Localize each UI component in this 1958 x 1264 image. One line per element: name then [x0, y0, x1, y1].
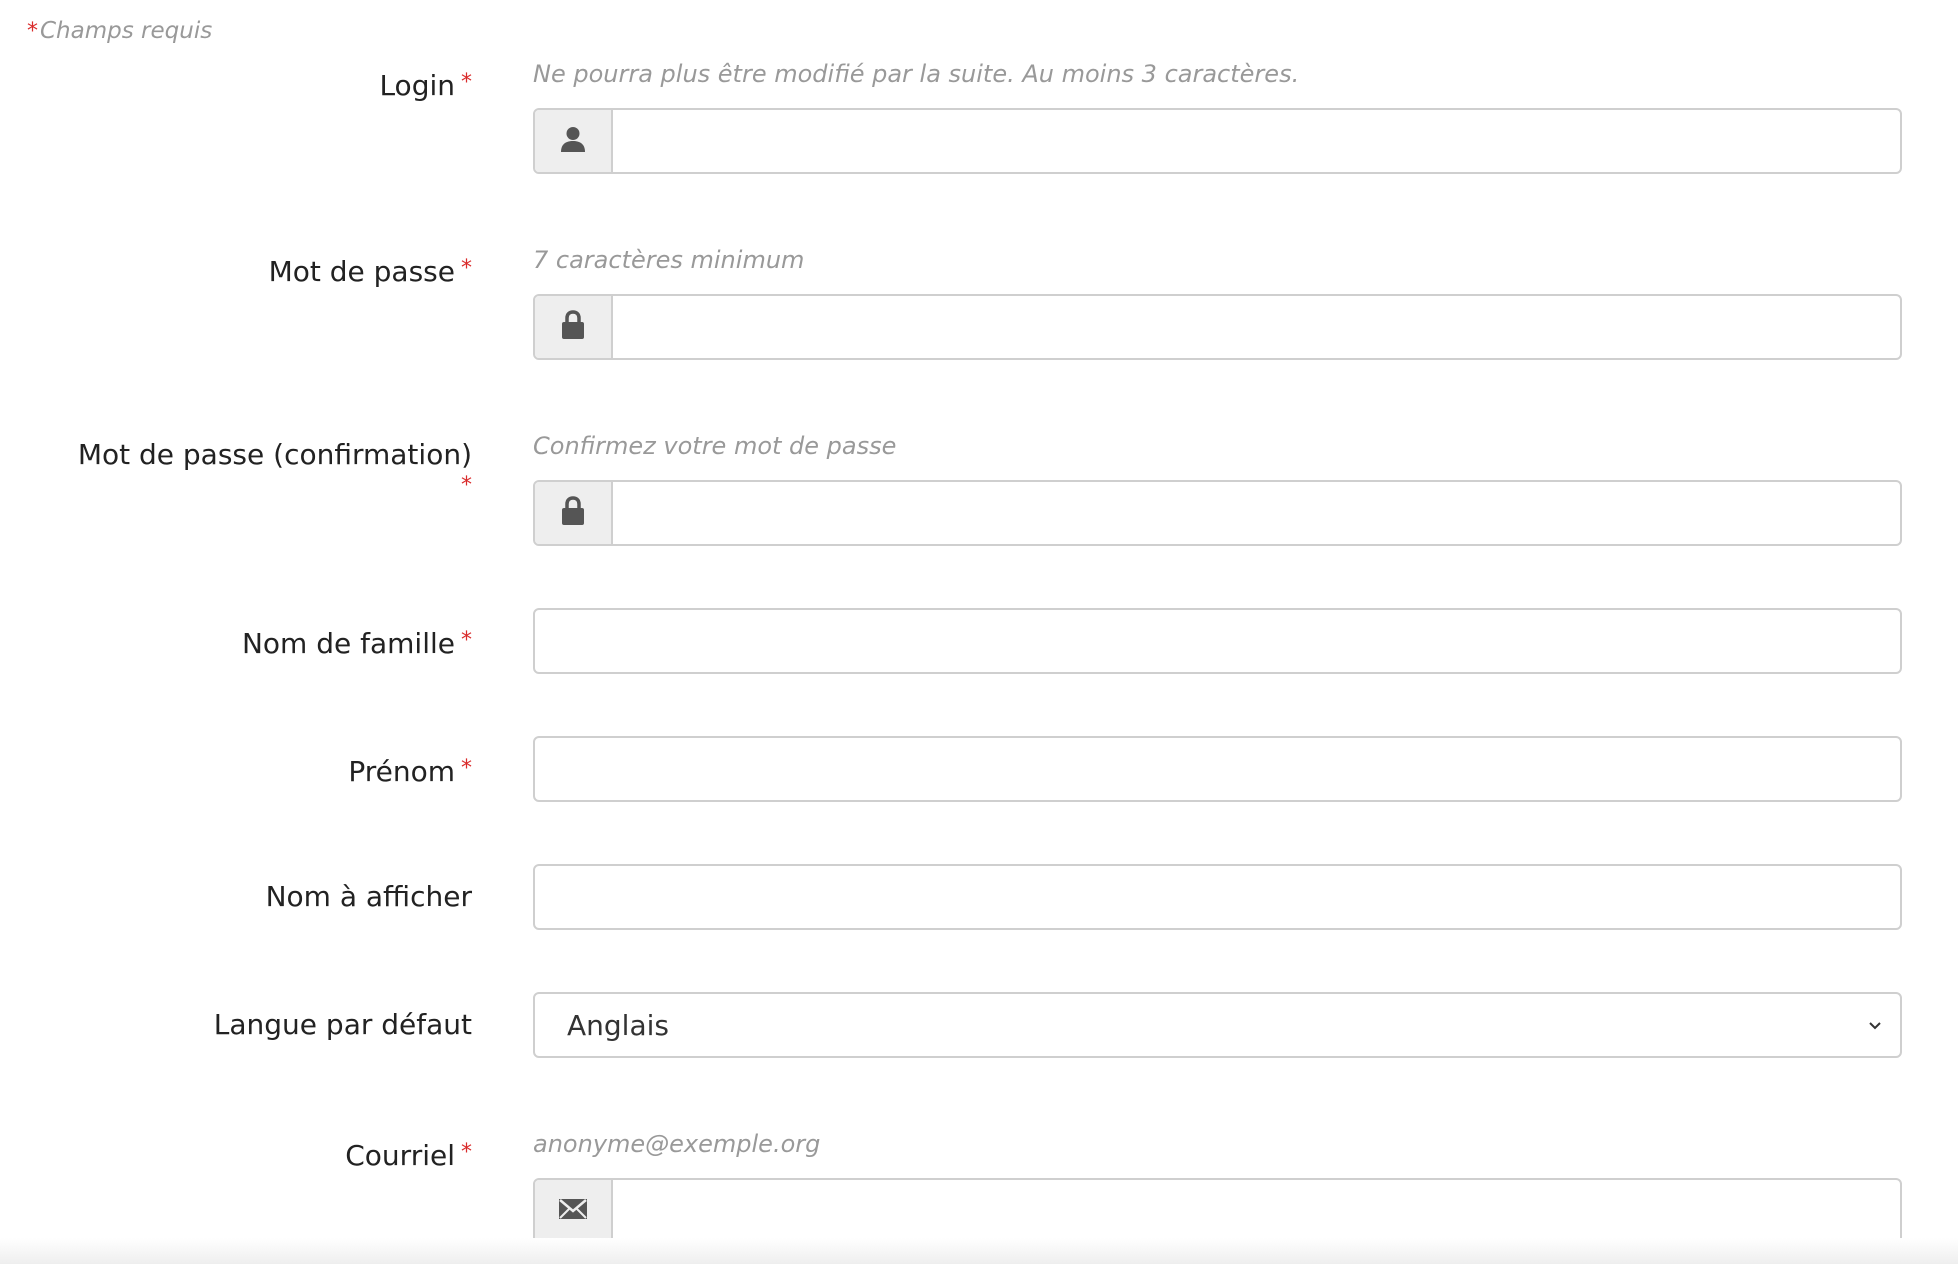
email-label: Courriel *	[345, 1134, 472, 1175]
required-marker: *	[27, 19, 38, 44]
display-name-label-text: Nom à afficher	[265, 880, 472, 913]
password-confirm-input[interactable]	[613, 482, 1900, 544]
email-addon	[535, 1180, 613, 1242]
last-name-label-text: Nom de famille	[241, 627, 455, 660]
language-selected-value: Anglais	[567, 1008, 669, 1042]
user-icon	[559, 125, 587, 157]
chevron-down-icon	[1862, 1012, 1888, 1038]
password-confirm-field	[533, 480, 1902, 546]
required-marker: *	[461, 1140, 472, 1165]
language-label-text: Langue par défaut	[213, 1008, 472, 1041]
bottom-edge-shadow	[0, 1238, 1958, 1264]
display-name-input[interactable]	[535, 866, 1900, 928]
required-marker: *	[461, 256, 472, 281]
email-input[interactable]	[613, 1180, 1900, 1242]
required-marker: *	[461, 70, 472, 95]
email-field	[533, 1178, 1902, 1244]
first-name-field	[533, 736, 1902, 802]
password-confirm-label: Mot de passe (confirmation) *	[12, 436, 472, 498]
password-field	[533, 294, 1902, 360]
display-name-field	[533, 864, 1902, 930]
password-confirm-label-text: Mot de passe (confirmation)	[77, 438, 472, 471]
required-fields-note: *Champs requis	[27, 14, 212, 49]
email-label-text: Courriel	[345, 1139, 455, 1172]
lock-icon	[559, 496, 587, 530]
password-input[interactable]	[613, 296, 1900, 358]
display-name-label: Nom à afficher	[266, 878, 472, 916]
password-confirm-hint: Confirmez votre mot de passe	[533, 432, 897, 460]
last-name-input[interactable]	[535, 610, 1900, 672]
required-marker: *	[461, 628, 472, 653]
login-label-text: Login	[379, 69, 455, 102]
login-hint: Ne pourra plus être modifié par la suite…	[533, 60, 1300, 88]
password-confirm-addon	[535, 482, 613, 544]
login-label: Login *	[379, 64, 472, 105]
login-addon	[535, 110, 613, 172]
first-name-input[interactable]	[535, 738, 1900, 800]
first-name-label-text: Prénom	[348, 755, 455, 788]
registration-form: *Champs requis Login * Ne pourra plus êtr…	[0, 0, 1958, 1264]
email-hint: anonyme@exemple.org	[533, 1130, 821, 1158]
last-name-field	[533, 608, 1902, 674]
first-name-label: Prénom *	[348, 750, 472, 791]
password-label: Mot de passe *	[269, 250, 472, 291]
required-note-text: Champs requis	[40, 18, 213, 44]
required-marker: *	[461, 473, 472, 498]
login-input[interactable]	[613, 110, 1900, 172]
language-label: Langue par défaut	[214, 1006, 472, 1044]
password-addon	[535, 296, 613, 358]
password-label-text: Mot de passe	[268, 255, 455, 288]
language-select[interactable]: Anglais	[533, 992, 1902, 1058]
required-marker: *	[461, 756, 472, 781]
lock-icon	[559, 310, 587, 344]
last-name-label: Nom de famille *	[242, 622, 472, 663]
password-hint: 7 caractères minimum	[533, 246, 805, 274]
login-field	[533, 108, 1902, 174]
envelope-icon	[558, 1197, 588, 1225]
